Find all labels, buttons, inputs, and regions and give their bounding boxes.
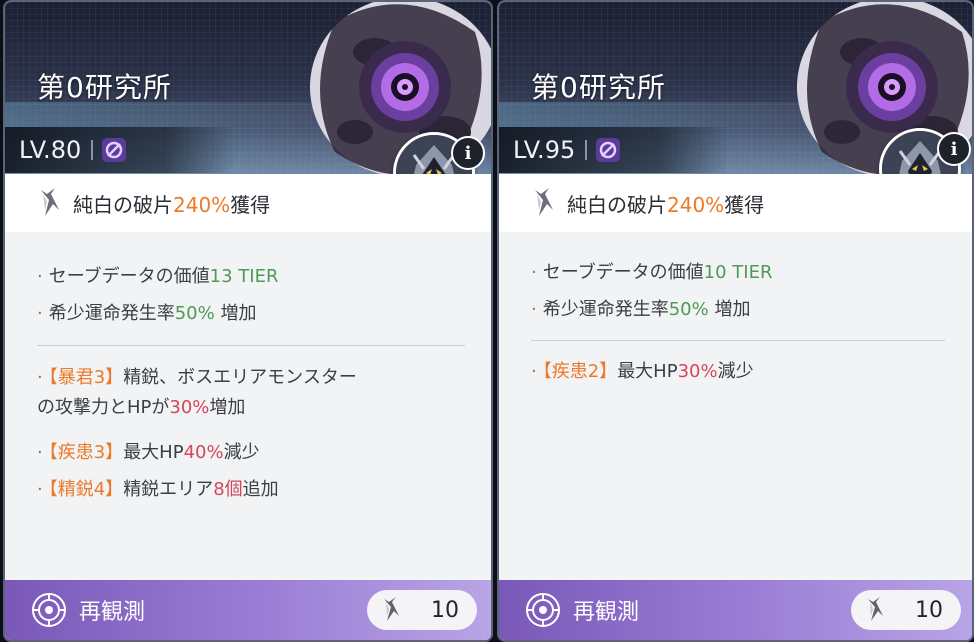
reward-row: 純白の破片240%獲得 [5, 174, 491, 232]
cost-value: 10 [915, 597, 943, 623]
radar-target-icon [32, 593, 66, 627]
effect-tyrant: · 【暴君3】精鋭、ボスエリアモンスター [37, 367, 357, 388]
white-shard-icon [868, 597, 883, 621]
stat-rare-fate: · 希少運命発生率50% 増加 [531, 299, 751, 320]
level-bar: LV.80 [5, 127, 235, 173]
white-shard-icon [41, 188, 59, 216]
effect-elite: · 【精鋭4】精鋭エリア8個追加 [37, 479, 279, 500]
stage-title: 第0研究所 [531, 71, 666, 104]
reobserve-button[interactable]: 再観測 10 [5, 580, 491, 640]
reobserve-label: 再観測 [79, 600, 146, 625]
void-element-icon [102, 138, 127, 162]
reward-row: 純白の破片240%獲得 [499, 174, 972, 232]
level-label: LV.80 [19, 136, 82, 164]
cost-badge: 10 [367, 590, 477, 630]
divider [531, 340, 945, 341]
level-label: LV.95 [513, 136, 576, 164]
stage-title: 第0研究所 [37, 71, 172, 104]
stage-card-lv95[interactable]: 第0研究所 LV.95 i 純白の破片240%獲得 · セーブデータの価値10 … [497, 0, 974, 642]
white-shard-icon [384, 597, 399, 621]
info-icon: i [950, 138, 958, 160]
info-icon: i [464, 142, 472, 164]
info-button[interactable]: i [451, 136, 485, 170]
reward-text: 純白の破片240%獲得 [73, 192, 271, 217]
white-shard-icon [535, 188, 553, 216]
level-bar: LV.95 [499, 127, 729, 173]
card-details: · セーブデータの価値10 TIER · 希少運命発生率50% 増加 · 【疾患2】最… [499, 232, 972, 578]
cost-badge: 10 [851, 590, 961, 630]
separator [91, 140, 94, 160]
reobserve-label: 再観測 [573, 600, 640, 625]
reward-text: 純白の破片240%獲得 [567, 192, 765, 217]
reobserve-button[interactable]: 再観測 10 [499, 580, 972, 640]
separator [585, 140, 588, 160]
stat-rare-fate: · 希少運命発生率50% 増加 [37, 303, 257, 324]
effect-tyrant-line2: の攻撃力とHPが30%増加 [37, 397, 246, 418]
cost-value: 10 [431, 597, 459, 623]
effect-disease: · 【疾患3】最大HP40%減少 [37, 442, 260, 463]
void-element-icon [596, 138, 621, 162]
stat-save-value: · セーブデータの価値10 TIER [531, 262, 773, 283]
effect-disease: · 【疾患2】最大HP30%減少 [531, 361, 754, 382]
card-details: · セーブデータの価値13 TIER · 希少運命発生率50% 増加 · 【暴君3】精… [5, 232, 491, 578]
divider [37, 345, 465, 346]
stat-save-value: · セーブデータの価値13 TIER [37, 266, 279, 287]
radar-target-icon [526, 593, 560, 627]
info-button[interactable]: i [937, 132, 971, 166]
stage-card-lv80[interactable]: 第0研究所 LV.80 i 純白の破片240%獲得 · セーブデータの価値13 … [3, 0, 493, 642]
